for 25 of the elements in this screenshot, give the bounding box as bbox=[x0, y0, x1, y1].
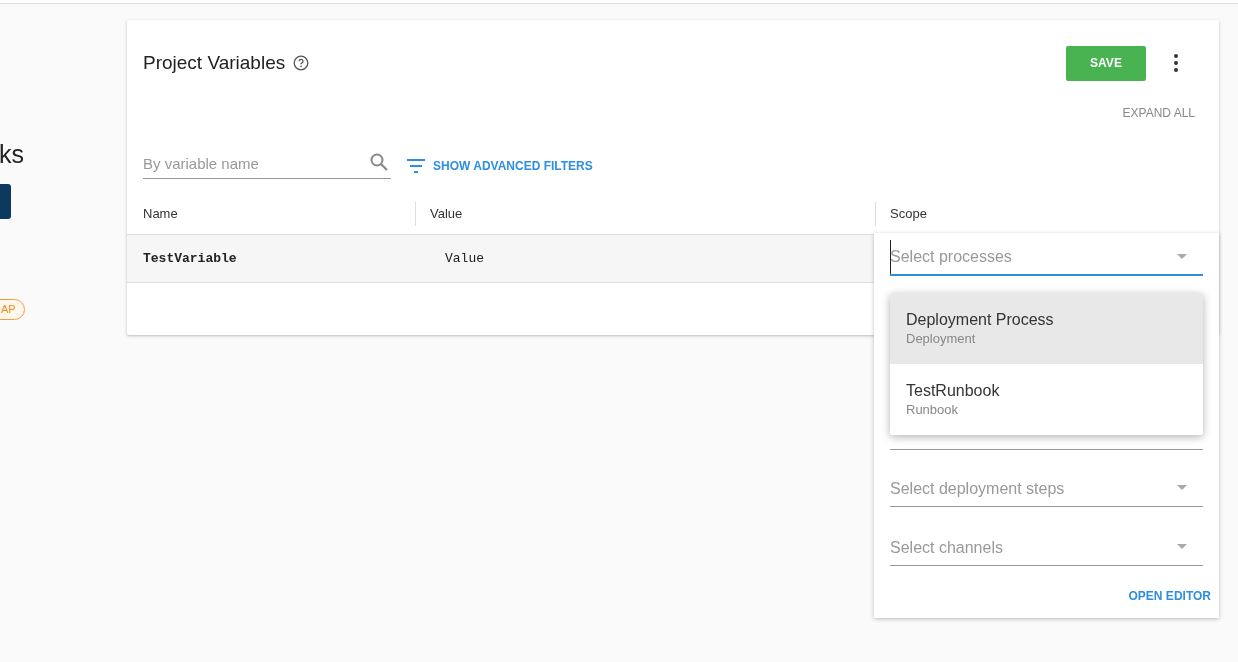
variable-value: Value bbox=[444, 251, 484, 266]
advanced-filters-button[interactable]: SHOW ADVANCED FILTERS bbox=[407, 159, 593, 173]
card-title: Project Variables bbox=[143, 52, 286, 74]
dropdown-caret-icon[interactable] bbox=[1177, 485, 1187, 490]
dropdown-caret-icon[interactable] bbox=[1177, 544, 1187, 549]
filter-icon bbox=[407, 159, 425, 173]
variable-name: TestVariable bbox=[142, 251, 238, 266]
column-header: Name bbox=[142, 204, 179, 223]
help-icon[interactable] bbox=[293, 55, 310, 71]
menu-option[interactable]: Deployment Process Deployment bbox=[890, 293, 1203, 364]
expand-all-link[interactable]: EXPAND ALL bbox=[1122, 103, 1195, 123]
dropdown-caret-icon[interactable] bbox=[1177, 254, 1187, 259]
save-button[interactable]: SAVE bbox=[1066, 45, 1146, 81]
more-menu-icon[interactable] bbox=[1174, 54, 1178, 72]
select-field[interactable]: Select deployment steps bbox=[890, 471, 1203, 507]
open-editor-link[interactable]: OPEN EDITOR bbox=[1128, 589, 1211, 603]
select-field[interactable]: Select channels bbox=[890, 530, 1203, 566]
select-field[interactable]: Select processes bbox=[890, 240, 1203, 276]
search-field[interactable]: By variable name bbox=[143, 148, 391, 179]
status-badge: AP bbox=[0, 299, 25, 320]
column-header: Scope bbox=[875, 201, 927, 226]
menu-option[interactable]: TestRunbook Runbook bbox=[890, 364, 1203, 435]
page-heading: ks bbox=[0, 140, 24, 169]
search-icon[interactable] bbox=[369, 152, 389, 172]
column-header: Value bbox=[415, 201, 875, 226]
